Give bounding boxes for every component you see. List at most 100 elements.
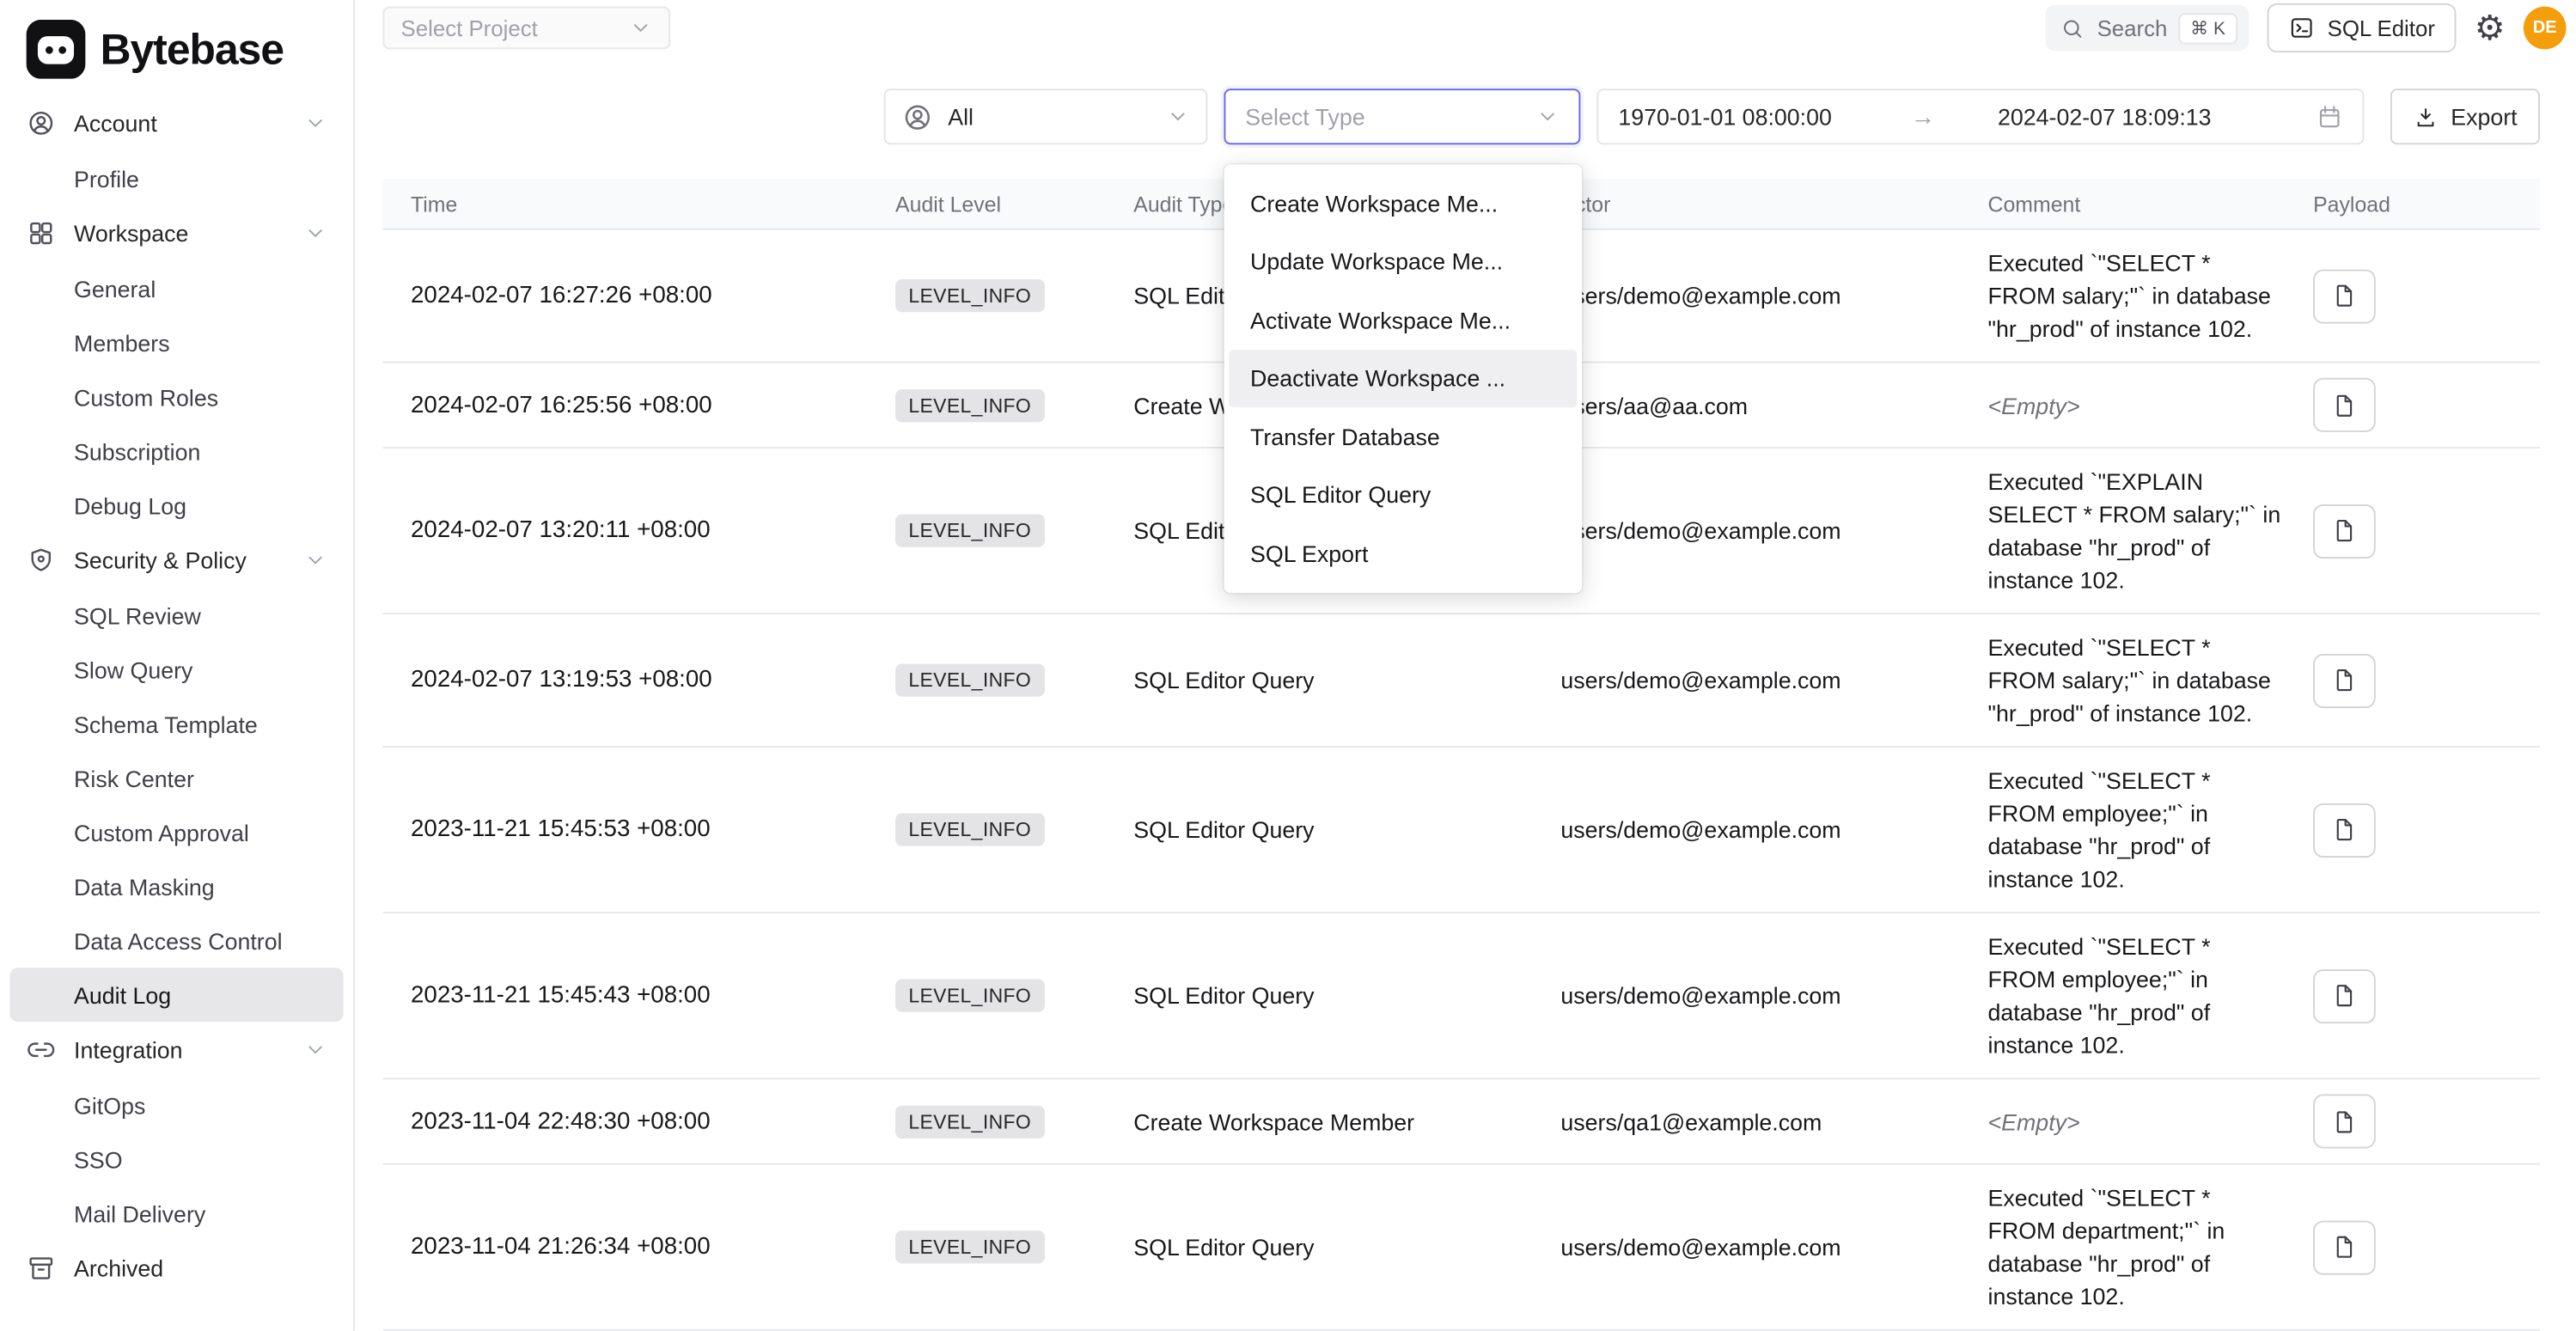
search-shortcut-kbd: ⌘ K [2179,12,2237,43]
audit-time: 2023-11-04 22:48:30 +08:00 [382,1108,895,1135]
sidebar-section-account[interactable]: Account [9,95,343,151]
audit-actor: users/demo@example.com [1560,816,1987,843]
link-icon [27,1035,56,1065]
audit-comment: Executed `"SELECT * FROM salary;"` in da… [1988,230,2310,362]
sidebar-item-debug-log[interactable]: Debug Log [9,478,343,532]
payload-button[interactable] [2313,1220,2376,1274]
audit-time: 2024-02-07 16:25:56 +08:00 [382,392,895,418]
sidebar-item-mail-delivery[interactable]: Mail Delivery [9,1186,343,1240]
type-filter-dropdown: Create Workspace Me... Update Workspace … [1224,164,1582,592]
payload-button[interactable] [2313,803,2376,857]
sidebar-item-custom-approval[interactable]: Custom Approval [9,805,343,859]
type-filter-select[interactable]: Select Type [1224,89,1580,144]
sidebar-section-label: Account [74,110,157,137]
payload-button[interactable] [2313,653,2376,707]
audit-type: SQL Editor Query [1133,667,1560,693]
chevron-down-icon [1167,105,1190,128]
sidebar-item-members[interactable]: Members [9,315,343,369]
sql-editor-label: SQL Editor [2328,15,2435,40]
topbar: Select Project Search ⌘ K SQL Editor ⚙ D… [355,0,2576,56]
audit-level-badge: LEVEL_INFO [895,980,1044,1012]
menu-item-deactivate-workspace-member[interactable]: Deactivate Workspace ... [1229,349,1577,407]
sidebar-item-slow-query[interactable]: Slow Query [9,643,343,697]
settings-gear-icon[interactable]: ⚙ [2475,10,2506,45]
sidebar-item-sql-review[interactable]: SQL Review [9,588,343,642]
sidebar-item-risk-center[interactable]: Risk Center [9,751,343,805]
menu-item-activate-workspace-member[interactable]: Activate Workspace Me... [1229,290,1577,349]
type-filter-placeholder: Select Type [1245,103,1364,130]
user-circle-icon [27,108,56,137]
chevron-down-icon [304,112,327,135]
audit-comment: Executed `"SELECT * FROM department;"` i… [1988,1165,2310,1329]
chevron-down-icon [629,16,652,40]
actor-filter-select[interactable]: All [884,89,1208,144]
audit-actor: users/demo@example.com [1560,517,1987,544]
search-button[interactable]: Search ⌘ K [2046,5,2249,52]
sql-editor-button[interactable]: SQL Editor [2267,3,2457,52]
date-range-picker[interactable]: 1970-01-01 08:00:00 → 2024-02-07 18:09:1… [1596,89,2364,144]
menu-item-update-workspace-member[interactable]: Update Workspace Me... [1229,233,1577,291]
table-row: 2023-11-21 15:45:53 +08:00 LEVEL_INFO SQ… [382,748,2539,913]
sidebar-item-gitops[interactable]: GitOps [9,1078,343,1132]
sidebar-item-audit-log[interactable]: Audit Log [9,968,343,1022]
audit-comment: Executed `"SELECT * FROM salary;"` in da… [1988,614,2310,746]
sidebar-item-profile[interactable]: Profile [9,151,343,205]
app-root: Bytebase Account Profile Workspace Gener… [0,0,2576,1331]
sidebar-section-security-policy[interactable]: Security & Policy [9,532,343,588]
date-to-value: 2024-02-07 18:09:13 [1998,103,2212,130]
column-header-audit-level: Audit Level [895,192,1133,217]
project-select[interactable]: Select Project [382,7,670,50]
menu-item-create-workspace-member[interactable]: Create Workspace Me... [1229,174,1577,233]
bytebase-logo-icon[interactable] [27,20,86,79]
chevron-down-icon [304,222,327,245]
date-from-value: 1970-01-01 08:00:00 [1618,103,1832,130]
sidebar-item-general[interactable]: General [9,261,343,315]
sidebar-section-archived[interactable]: Archived [9,1241,343,1297]
arrow-right-icon: → [1911,103,1936,131]
column-header-comment: Comment [1988,192,2310,217]
audit-comment: <Empty> [1988,372,2310,437]
payload-button[interactable] [2313,504,2376,558]
sidebar-item-subscription[interactable]: Subscription [9,424,343,478]
audit-comment: Executed `"SELECT * FROM employee;"` in … [1988,913,2310,1078]
terminal-icon [2288,15,2315,41]
sidebar-section-label: Security & Policy [74,547,247,574]
menu-item-sql-editor-query[interactable]: SQL Editor Query [1229,466,1577,524]
audit-level-badge: LEVEL_INFO [895,514,1044,546]
payload-button[interactable] [2313,968,2376,1023]
payload-button[interactable] [2313,269,2376,323]
audit-time: 2024-02-07 13:20:11 +08:00 [382,517,895,544]
brand-name: Bytebase [101,24,284,75]
search-icon [2061,15,2086,40]
sidebar-item-sso[interactable]: SSO [9,1132,343,1186]
column-header-payload: Payload [2310,192,2540,217]
calendar-icon [2317,103,2343,130]
audit-actor: users/demo@example.com [1560,283,1987,309]
sidebar-item-data-access-control[interactable]: Data Access Control [9,913,343,968]
audit-comment: Executed `"EXPLAIN SELECT * FROM salary;… [1988,449,2310,613]
audit-level-badge: LEVEL_INFO [895,813,1044,846]
payload-button[interactable] [2313,1094,2376,1148]
audit-level-badge: LEVEL_INFO [895,663,1044,696]
export-button[interactable]: Export [2390,89,2540,144]
menu-item-sql-export[interactable]: SQL Export [1229,524,1577,583]
sidebar: Bytebase Account Profile Workspace Gener… [0,0,355,1331]
table-row: 2023-11-21 15:45:43 +08:00 LEVEL_INFO SQ… [382,913,2539,1079]
sidebar-item-schema-template[interactable]: Schema Template [9,697,343,751]
payload-button[interactable] [2313,378,2376,432]
audit-comment: <Empty> [1988,1089,2310,1154]
filter-row: All Select Type 1970-01-01 08:00:00 → 20… [355,89,2576,144]
user-circle-icon [902,101,933,132]
logo-row: Bytebase [9,13,343,95]
audit-level-badge: LEVEL_INFO [895,279,1044,312]
sidebar-section-integration[interactable]: Integration [9,1022,343,1078]
chevron-down-icon [1536,105,1560,128]
audit-time: 2024-02-07 16:27:26 +08:00 [382,283,895,309]
actor-filter-value: All [948,103,974,130]
sidebar-section-workspace[interactable]: Workspace [9,205,343,261]
main-content: Select Project Search ⌘ K SQL Editor ⚙ D… [355,0,2576,1331]
menu-item-transfer-database[interactable]: Transfer Database [1229,407,1577,466]
avatar[interactable]: DE [2524,7,2567,50]
sidebar-item-custom-roles[interactable]: Custom Roles [9,369,343,424]
sidebar-item-data-masking[interactable]: Data Masking [9,859,343,913]
